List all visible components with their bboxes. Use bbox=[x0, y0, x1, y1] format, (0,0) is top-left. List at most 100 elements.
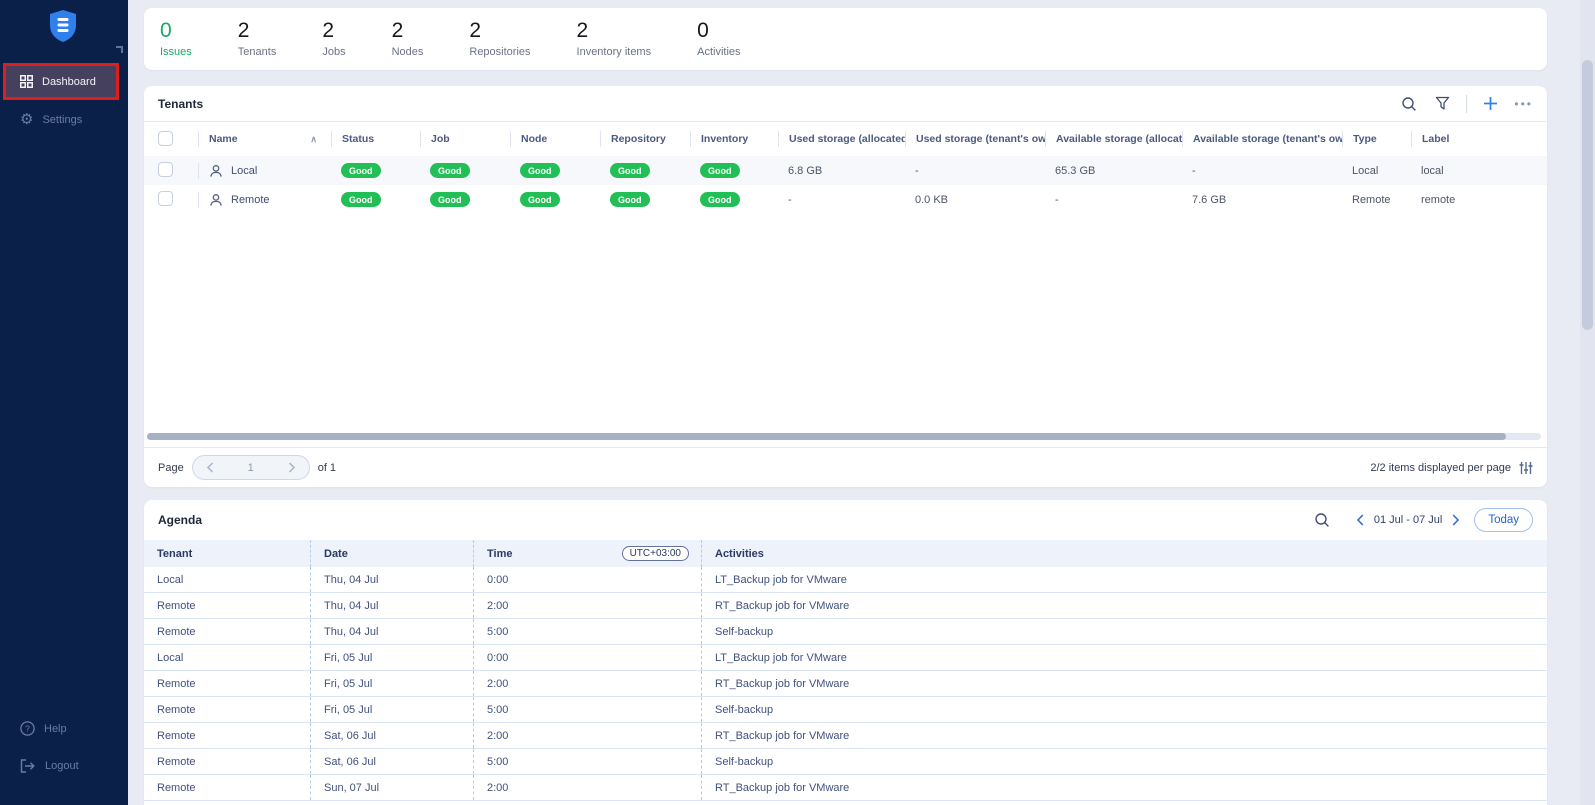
agenda-activity-cell: RT_Backup job for VMware bbox=[701, 671, 1547, 696]
agenda-row[interactable]: Local Fri, 05 Jul 0:00 LT_Backup job for… bbox=[144, 645, 1547, 671]
stat-jobs[interactable]: 2 Jobs bbox=[322, 20, 345, 58]
per-page-settings-icon[interactable] bbox=[1519, 461, 1533, 475]
column-header-status[interactable]: Status bbox=[331, 131, 420, 147]
next-week-button[interactable] bbox=[1450, 512, 1462, 528]
search-button[interactable] bbox=[1399, 94, 1419, 114]
agenda-date-cell: Sun, 07 Jul bbox=[310, 775, 473, 800]
current-page-input[interactable]: 1 bbox=[227, 462, 275, 474]
agenda-time-cell: 2:00 bbox=[473, 723, 701, 748]
stat-activities[interactable]: 0 Activities bbox=[697, 20, 740, 58]
agenda-time-cell: 2:00 bbox=[473, 593, 701, 618]
app-logo-shield-icon[interactable] bbox=[48, 9, 78, 43]
sidebar-item-settings[interactable]: ⚙ Settings bbox=[20, 112, 82, 127]
agenda-row[interactable]: Remote Sat, 06 Jul 5:00 Self-backup bbox=[144, 749, 1547, 775]
row-checkbox[interactable] bbox=[158, 191, 173, 206]
search-icon bbox=[1314, 512, 1330, 528]
more-options-icon[interactable]: ••• bbox=[1514, 97, 1533, 111]
agenda-search-button[interactable] bbox=[1312, 510, 1332, 530]
agenda-row[interactable]: Remote Thu, 04 Jul 2:00 RT_Backup job fo… bbox=[144, 593, 1547, 619]
column-header-date: Date bbox=[310, 540, 473, 567]
agenda-time-cell: 0:00 bbox=[473, 645, 701, 670]
stat-repositories[interactable]: 2 Repositories bbox=[469, 20, 530, 58]
stat-label: Tenants bbox=[238, 46, 277, 58]
column-header-activities: Activities bbox=[701, 540, 1547, 567]
today-button[interactable]: Today bbox=[1474, 508, 1533, 532]
table-row[interactable]: Remote Good Good Good Good Good - 0.0 KB… bbox=[144, 185, 1547, 214]
row-select-cell bbox=[158, 162, 198, 180]
agenda-row[interactable]: Local Thu, 04 Jul 0:00 LT_Backup job for… bbox=[144, 567, 1547, 593]
vertical-scrollbar-track[interactable] bbox=[1580, 0, 1595, 805]
tenant-name-cell[interactable]: Local bbox=[198, 163, 331, 179]
agenda-activity-cell: Self-backup bbox=[701, 619, 1547, 644]
stat-value: 0 bbox=[697, 20, 740, 42]
agenda-row[interactable]: Remote Fri, 05 Jul 2:00 RT_Backup job fo… bbox=[144, 671, 1547, 697]
agenda-tenant-cell: Remote bbox=[144, 619, 310, 644]
column-header-label[interactable]: Label bbox=[1411, 131, 1533, 147]
stat-inventory-items[interactable]: 2 Inventory items bbox=[577, 20, 652, 58]
stat-label: Inventory items bbox=[577, 46, 652, 58]
select-all-checkbox[interactable] bbox=[158, 131, 173, 146]
column-header-used-allocated[interactable]: Used storage (allocated) bbox=[778, 131, 905, 147]
sidebar-item-label: Dashboard bbox=[42, 76, 96, 88]
agenda-panel: Agenda 01 Jul - 07 Jul bbox=[144, 500, 1547, 805]
column-header-node[interactable]: Node bbox=[510, 131, 600, 147]
sort-ascending-icon: ∧ bbox=[310, 131, 317, 147]
stat-value: 2 bbox=[392, 20, 424, 42]
agenda-row[interactable]: Remote Fri, 05 Jul 5:00 Self-backup bbox=[144, 697, 1547, 723]
column-header-available-own[interactable]: Available storage (tenant's own) bbox=[1182, 131, 1342, 147]
stat-issues[interactable]: 0 Issues bbox=[160, 20, 192, 58]
sidebar-item-dashboard[interactable]: Dashboard bbox=[3, 63, 119, 100]
tenant-name-cell[interactable]: Remote bbox=[198, 192, 331, 208]
vertical-scrollbar-thumb[interactable] bbox=[1582, 60, 1593, 330]
add-tenant-button[interactable] bbox=[1481, 94, 1500, 113]
status-badge: Good bbox=[341, 192, 381, 207]
agenda-row[interactable]: Remote Sun, 07 Jul 2:00 RT_Backup job fo… bbox=[144, 775, 1547, 801]
sidebar-collapse-handle[interactable] bbox=[116, 46, 123, 53]
previous-page-button[interactable] bbox=[193, 462, 227, 473]
stat-label: Jobs bbox=[322, 46, 345, 58]
stat-label: Nodes bbox=[392, 46, 424, 58]
page-stepper: 1 bbox=[192, 455, 310, 480]
previous-week-button[interactable] bbox=[1354, 512, 1366, 528]
next-page-button[interactable] bbox=[275, 462, 309, 473]
horizontal-scrollbar-thumb[interactable] bbox=[147, 433, 1506, 440]
column-header-type[interactable]: Type bbox=[1342, 131, 1411, 147]
column-header-name[interactable]: Name ∧ bbox=[198, 131, 331, 147]
sidebar-item-logout[interactable]: Logout bbox=[20, 759, 79, 773]
horizontal-scrollbar-track[interactable] bbox=[147, 433, 1541, 440]
stat-tenants[interactable]: 2 Tenants bbox=[238, 20, 277, 58]
type-cell: Remote bbox=[1342, 194, 1411, 206]
used-storage-own-cell: 0.0 KB bbox=[905, 194, 1045, 206]
utc-offset-badge[interactable]: UTC+03:00 bbox=[622, 546, 689, 561]
column-header-job[interactable]: Job bbox=[420, 131, 510, 147]
job-status-badge: Good bbox=[430, 192, 470, 207]
agenda-tenant-cell: Remote bbox=[144, 697, 310, 722]
agenda-time-cell: 5:00 bbox=[473, 749, 701, 774]
agenda-time-cell: 5:00 bbox=[473, 619, 701, 644]
stat-value: 2 bbox=[577, 20, 652, 42]
table-row[interactable]: Local Good Good Good Good Good 6.8 GB - … bbox=[144, 156, 1547, 185]
stat-value: 2 bbox=[238, 20, 277, 42]
agenda-activity-cell: LT_Backup job for VMware bbox=[701, 645, 1547, 670]
stat-nodes[interactable]: 2 Nodes bbox=[392, 20, 424, 58]
column-header-used-own[interactable]: Used storage (tenant's own) bbox=[905, 131, 1045, 147]
stat-label: Repositories bbox=[469, 46, 530, 58]
column-header-available-allocated[interactable]: Available storage (allocated) bbox=[1045, 131, 1182, 147]
page-count-label: of 1 bbox=[318, 462, 336, 474]
sidebar-item-help[interactable]: ? Help bbox=[20, 721, 67, 736]
agenda-time-cell: 0:00 bbox=[473, 567, 701, 592]
column-header-repository[interactable]: Repository bbox=[600, 131, 690, 147]
agenda-row[interactable]: Remote Sat, 06 Jul 2:00 RT_Backup job fo… bbox=[144, 723, 1547, 749]
row-checkbox[interactable] bbox=[158, 162, 173, 177]
filter-button[interactable] bbox=[1433, 94, 1452, 113]
summary-stats-bar: 0 Issues 2 Tenants 2 Jobs 2 Nodes 2 Repo… bbox=[144, 8, 1547, 70]
repository-cell: Good bbox=[600, 192, 690, 207]
agenda-row[interactable]: Remote Thu, 04 Jul 5:00 Self-backup bbox=[144, 619, 1547, 645]
main-content: 0 Issues 2 Tenants 2 Jobs 2 Nodes 2 Repo… bbox=[128, 0, 1595, 805]
column-header-inventory[interactable]: Inventory bbox=[690, 131, 778, 147]
sidebar-item-label: Settings bbox=[42, 114, 82, 126]
stat-label: Activities bbox=[697, 46, 740, 58]
column-label: Name bbox=[209, 131, 238, 147]
stat-label: Issues bbox=[160, 46, 192, 58]
job-cell: Good bbox=[420, 163, 510, 178]
